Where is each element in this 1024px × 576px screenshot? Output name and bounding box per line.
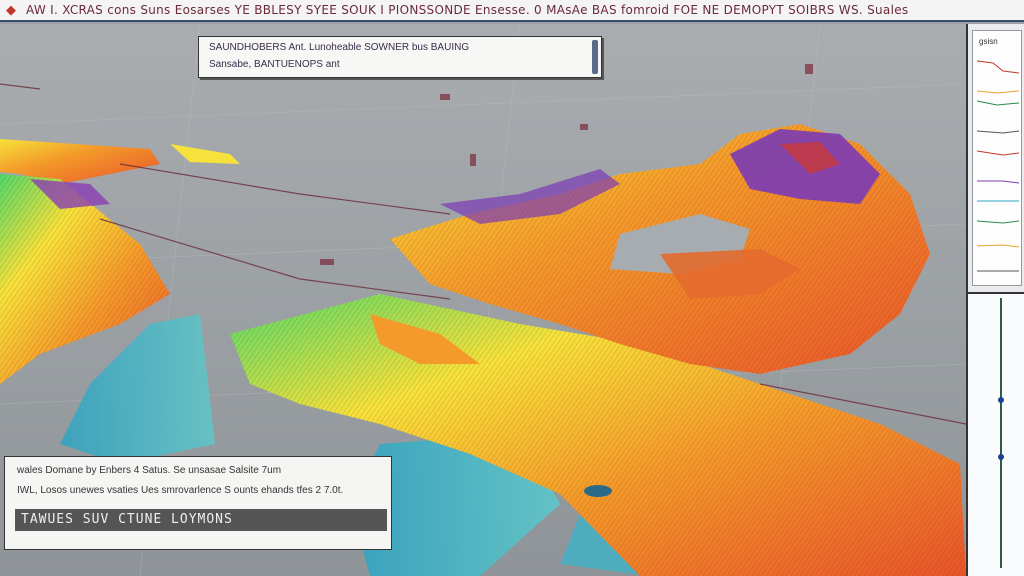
legend-line-2: IWL, Losos unewes vsaties Ues smrovarlen… <box>17 485 344 496</box>
timeline-panel <box>966 292 1024 576</box>
info-line-1: SAUNDHOBERS Ant. Lunoheable SOWNER bus B… <box>209 42 470 53</box>
side-chart-label: gsisn <box>979 37 998 46</box>
timeline-marker[interactable] <box>998 397 1004 403</box>
info-panel: SAUNDHOBERS Ant. Lunoheable SOWNER bus B… <box>198 36 602 78</box>
side-chart: gsisn <box>972 30 1022 286</box>
info-line-2: Sansabe, BANTUENOPS ant <box>209 59 340 70</box>
app-logo-icon: ◆ <box>6 2 16 17</box>
side-chart-panel: gsisn <box>966 24 1024 292</box>
timeline-marker[interactable] <box>998 454 1004 460</box>
info-scrollbar[interactable] <box>592 40 598 74</box>
legend-line-1: wales Domane by Enbers 4 Satus. Se unsas… <box>17 465 282 476</box>
window-title: AW I. XCRAS cons Suns Eosarses YE BBLESY… <box>26 3 909 17</box>
legend-panel: wales Domane by Enbers 4 Satus. Se unsas… <box>4 456 392 550</box>
legend-scale-bar: TAWUES SUV CTUNE LOYMONS <box>15 509 387 531</box>
timeline-track[interactable] <box>1000 298 1002 568</box>
title-bar: ◆ AW I. XCRAS cons Suns Eosarses YE BBLE… <box>0 0 1024 22</box>
side-chart-lines <box>976 60 1020 272</box>
